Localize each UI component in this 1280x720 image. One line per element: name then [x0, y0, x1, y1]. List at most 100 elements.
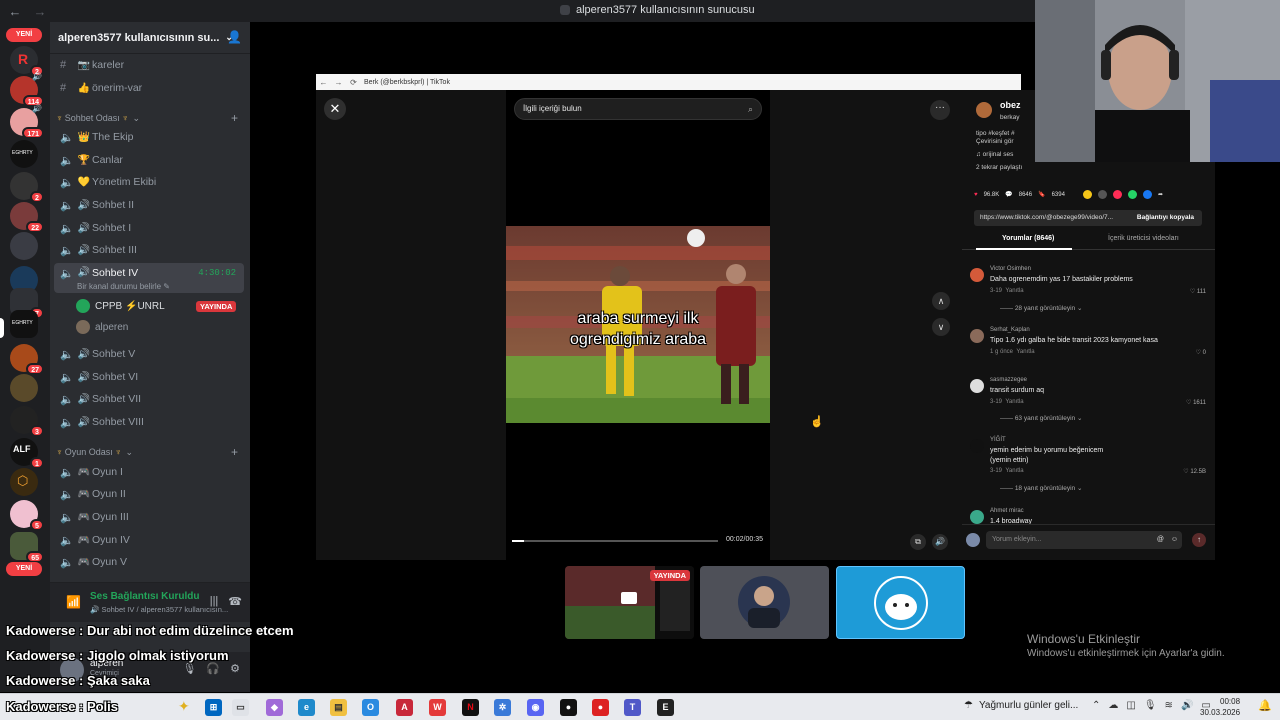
server-icon-7[interactable]: [10, 232, 38, 260]
add-channel-icon[interactable]: +: [231, 111, 238, 125]
reload-icon[interactable]: ⟳: [349, 78, 358, 87]
see-translation[interactable]: Çevirisini gör: [976, 138, 1014, 145]
facebook-icon[interactable]: [1142, 190, 1152, 199]
mention-icon[interactable]: @: [1157, 531, 1164, 549]
sound-name[interactable]: ♫ orijinal ses: [976, 151, 1013, 158]
channel-oyun-ii[interactable]: 🔈 🎮 Oyun II: [54, 484, 244, 504]
search-input[interactable]: İlgili içeriği bulun ⌕: [514, 98, 762, 120]
send-icon[interactable]: [1112, 190, 1122, 199]
tab-creator-videos[interactable]: İçerik üreticisi videoları: [1108, 235, 1179, 242]
server-icon-14[interactable]: ⬡: [10, 468, 38, 496]
comment-user[interactable]: Serhat_Kaplan: [990, 327, 1030, 333]
server-icon-6[interactable]: 22: [10, 202, 44, 233]
netflix-icon[interactable]: N: [462, 699, 479, 716]
add-comment-input[interactable]: Yorum ekleyin... @ ☺: [986, 531, 1182, 549]
participant-tile-speaking[interactable]: [836, 566, 965, 639]
reply-button[interactable]: Yanıtla: [1005, 468, 1023, 474]
start-icon[interactable]: ⊞: [205, 699, 222, 716]
browser-forward-icon[interactable]: →: [334, 78, 343, 87]
comment-user[interactable]: YİĞİT: [990, 437, 1006, 443]
epic-games-icon[interactable]: E: [657, 699, 674, 716]
avatar[interactable]: [970, 268, 984, 282]
channel-status[interactable]: Bir kanal durumu belirle ✎: [77, 282, 170, 291]
voice-user-cppb[interactable]: CPPB ⚡UNRL: [76, 297, 165, 315]
volume-icon[interactable]: 🔊: [932, 534, 948, 550]
voice-status[interactable]: Ses Bağlantısı Kuruldu: [90, 591, 199, 602]
video-frame[interactable]: araba surmeyi ilk ogrendigimiz araba: [506, 226, 770, 423]
chevron-up-icon[interactable]: ⌃: [1092, 700, 1100, 711]
app-icon-wps[interactable]: W: [429, 699, 446, 716]
server-icon-3[interactable]: 🔊 171: [10, 104, 44, 139]
weather-widget[interactable]: ☂ Yağmurlu günler geli...: [964, 700, 1078, 711]
server-icon-15[interactable]: 5: [10, 500, 44, 531]
add-member-icon[interactable]: 👤: [227, 30, 242, 44]
server-icon-12[interactable]: 3: [10, 406, 44, 437]
onedrive-icon[interactable]: ☁: [1108, 700, 1118, 711]
view-replies[interactable]: 28 yanıt görüntüleyin: [1015, 305, 1075, 312]
server-icon-4[interactable]: EGHRTY: [10, 140, 38, 168]
headphones-icon[interactable]: 🎧: [206, 662, 220, 675]
more-options-icon[interactable]: ···: [930, 100, 950, 120]
channel-sohbet-iii[interactable]: 🔈 🔊 Sohbet III: [54, 240, 244, 260]
channel-oyun-iv[interactable]: 🔈 🎮 Oyun IV: [54, 530, 244, 550]
channel-yonetim-ekibi[interactable]: 🔈 💛 Yönetim Ekibi: [54, 172, 244, 192]
video-link[interactable]: https://www.tiktok.com/@obezege99/video/…: [974, 210, 1202, 226]
channel-oyun-iii[interactable]: 🔈 🎮 Oyun III: [54, 507, 244, 527]
participant-tile-stream[interactable]: YAYINDA: [565, 566, 694, 639]
whatsapp-icon[interactable]: [1127, 190, 1137, 199]
author-name[interactable]: obez: [1000, 100, 1021, 110]
send-comment-icon[interactable]: ↑: [1192, 533, 1206, 547]
chevron-up-icon[interactable]: ∧: [932, 292, 950, 310]
search-icon[interactable]: ⌕: [748, 99, 753, 119]
server-icon-10[interactable]: 27: [10, 344, 44, 375]
channel-kareler[interactable]: # 📷 kareler: [54, 55, 244, 75]
clock[interactable]: 00:08 30.03.2026: [1200, 696, 1240, 718]
forward-icon[interactable]: ➦: [1158, 191, 1163, 198]
noise-suppression-icon[interactable]: |||: [210, 595, 219, 608]
server-icon-11[interactable]: [10, 374, 38, 402]
channel-canlar[interactable]: 🔈 🏆 Canlar: [54, 150, 244, 170]
reply-button[interactable]: Yanıtla: [1005, 288, 1023, 294]
forward-arrow-icon[interactable]: →: [30, 4, 50, 19]
channel-sohbet-v[interactable]: 🔈 🔊 Sohbet V: [54, 344, 244, 364]
microphone-icon[interactable]: 🎙: [182, 662, 196, 675]
channel-sohbet-ii[interactable]: 🔈 🔊 Sohbet II: [54, 195, 244, 215]
avatar[interactable]: [970, 510, 984, 524]
video-progress-bar[interactable]: [512, 540, 718, 542]
tab-comments[interactable]: Yorumlar (8646): [1002, 235, 1054, 242]
server-icon-5[interactable]: 2: [10, 172, 44, 203]
settings-app-icon[interactable]: ✲: [494, 699, 511, 716]
back-arrow-icon[interactable]: ←: [0, 4, 30, 19]
notification-bell-icon[interactable]: 🔔: [1258, 699, 1272, 712]
emoji-icon[interactable]: ☺: [1171, 531, 1178, 549]
comment-user[interactable]: Victor Osimhen: [990, 266, 1031, 272]
channel-sohbet-i[interactable]: 🔈 🔊 Sohbet I: [54, 218, 244, 238]
voice-user-alperen[interactable]: alperen: [76, 318, 128, 336]
teams-icon[interactable]: T: [624, 699, 641, 716]
channel-sohbet-vi[interactable]: 🔈 🔊 Sohbet VI: [54, 367, 244, 387]
view-replies[interactable]: 18 yanıt görüntüleyin: [1015, 485, 1075, 492]
participant-tile-user[interactable]: [700, 566, 829, 639]
avatar[interactable]: [970, 439, 984, 453]
app-icon-dark[interactable]: ●: [560, 699, 577, 716]
volume-icon[interactable]: 🔊: [1181, 700, 1193, 711]
network-icon[interactable]: ◫: [1126, 700, 1135, 711]
category-sohbet-odasi[interactable]: ♆ Sohbet Odası ♆ ⌄ +: [56, 110, 242, 126]
embed-icon[interactable]: [1097, 190, 1107, 199]
server-header[interactable]: alperen3577 kullanıcısının su... ⌄ 👤: [50, 22, 250, 54]
wifi-icon[interactable]: ≋: [1165, 700, 1173, 711]
channel-the-ekip[interactable]: 🔈 👑 The Ekip: [54, 127, 244, 147]
chevron-down-icon[interactable]: ∨: [932, 318, 950, 336]
signal-icon[interactable]: 📶: [66, 595, 81, 609]
sparkle-icon[interactable]: ✦: [178, 698, 190, 715]
channel-oyun-i[interactable]: 🔈 🎮 Oyun I: [54, 462, 244, 482]
close-icon[interactable]: ✕: [324, 98, 346, 120]
view-replies[interactable]: 63 yanıt görüntüleyin: [1015, 415, 1075, 422]
browser-back-icon[interactable]: ←: [319, 78, 328, 87]
channel-oyun-v[interactable]: 🔈 🎮 Oyun V: [54, 552, 244, 572]
channel-onerim-var[interactable]: # 👍 önerim-var: [54, 78, 244, 98]
server-icon-active[interactable]: EGHRTY: [10, 310, 38, 338]
edge-icon[interactable]: e: [298, 699, 315, 716]
app-icon-record[interactable]: ●: [592, 699, 609, 716]
pip-icon[interactable]: ⧉: [910, 534, 926, 550]
